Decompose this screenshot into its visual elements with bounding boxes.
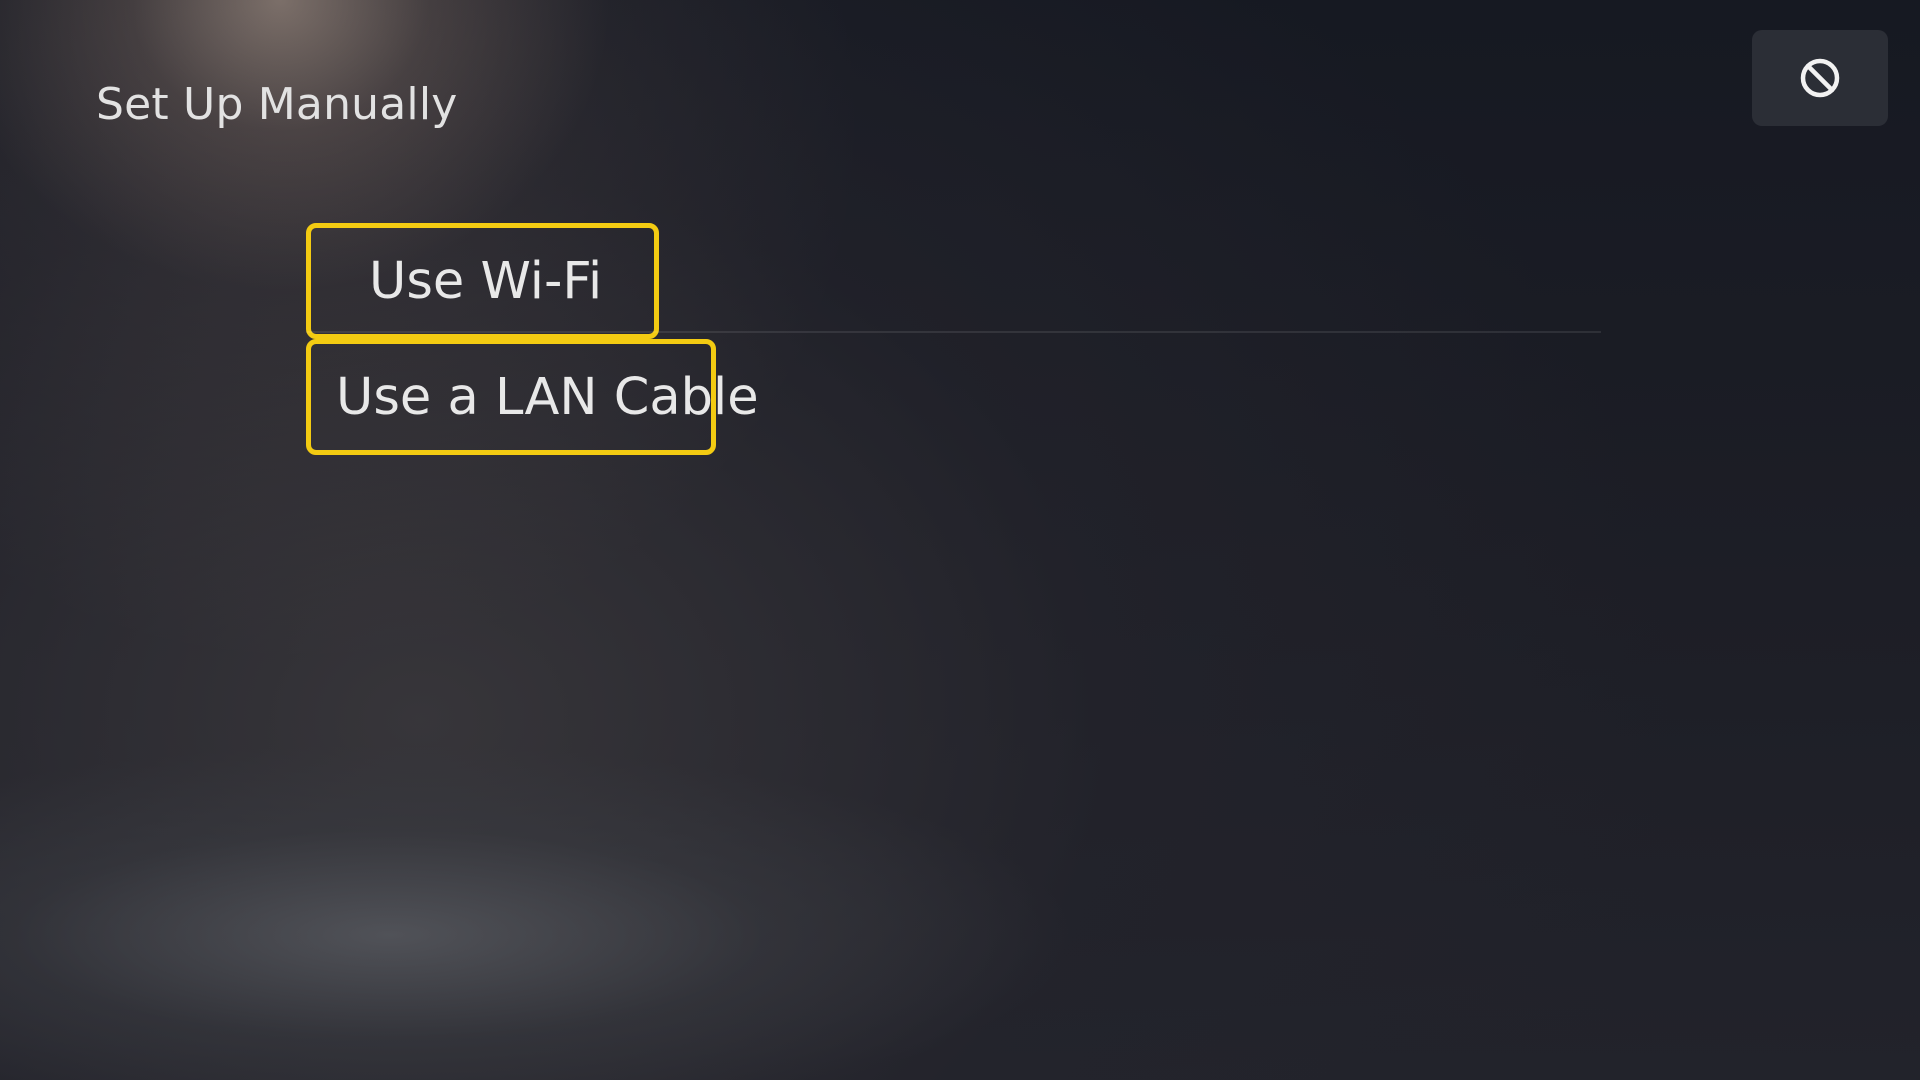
menu-item-wifi: Use Wi-Fi	[306, 223, 1601, 339]
menu-item-lan: Use a LAN Cable	[306, 339, 1601, 455]
divider	[306, 331, 1601, 333]
use-wifi-button[interactable]: Use Wi-Fi	[306, 223, 659, 339]
connection-method-list: Use Wi-Fi Use a LAN Cable	[306, 223, 1601, 455]
no-entry-icon	[1798, 56, 1842, 100]
use-lan-cable-label: Use a LAN Cable	[336, 367, 759, 427]
page-title: Set Up Manually	[96, 79, 458, 130]
cancel-button[interactable]	[1752, 30, 1888, 126]
use-lan-cable-button[interactable]: Use a LAN Cable	[306, 339, 759, 455]
use-wifi-label: Use Wi-Fi	[369, 251, 603, 311]
